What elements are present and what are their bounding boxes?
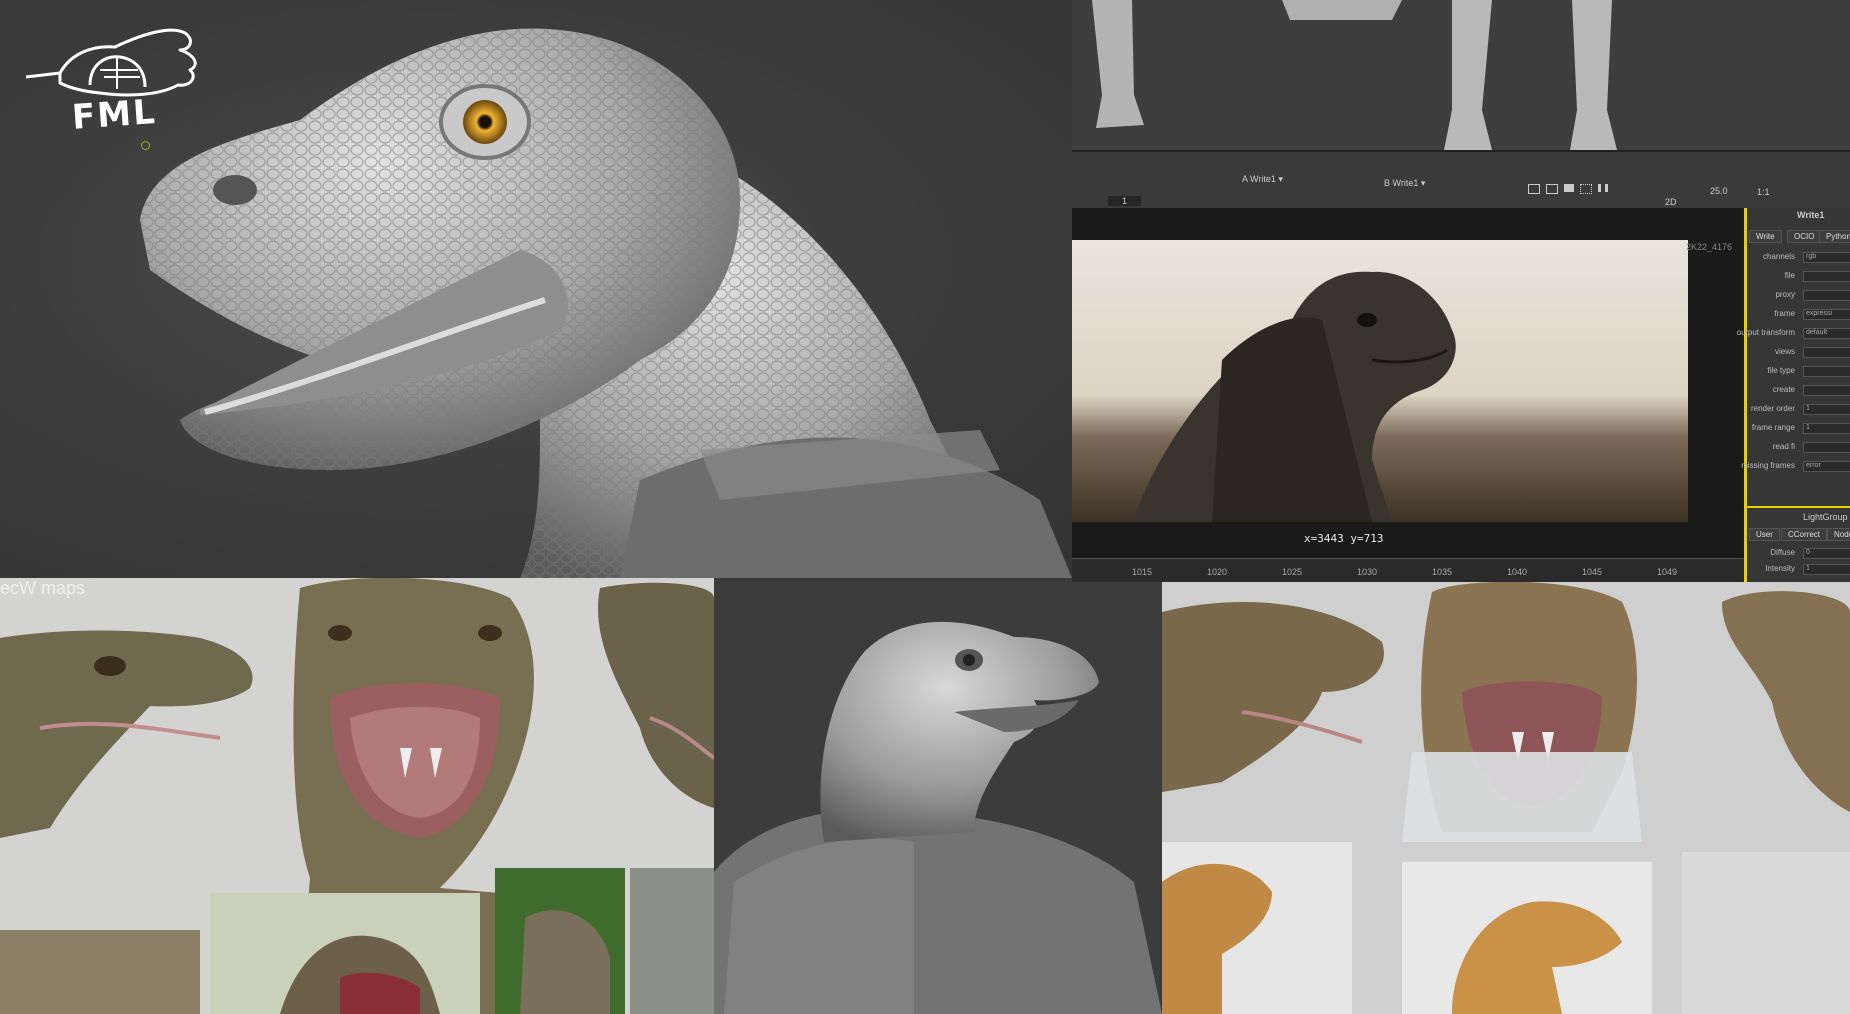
maps-label: ecW maps: [0, 578, 86, 598]
property-row: missing frames error: [1693, 461, 1850, 475]
property-label: Diffuse: [1770, 548, 1795, 557]
fml-logo: FML: [20, 15, 210, 138]
property-label: channels: [1762, 252, 1795, 261]
timeline-tick-label: 1015: [1132, 567, 1153, 577]
property-value-field[interactable]: [1803, 366, 1850, 377]
property-label: read fi: [1772, 442, 1795, 451]
property-value-field[interactable]: default: [1803, 328, 1850, 339]
property-row: frame expressi: [1693, 309, 1850, 323]
property-value-field[interactable]: expressi: [1803, 309, 1850, 320]
property-label: render order: [1750, 404, 1795, 413]
timeline-tick-label: 1020: [1207, 567, 1228, 577]
timeline-ticks: 1015 1020 1025 1030 1035 1040 1045 1049: [1072, 561, 1732, 581]
timeline[interactable]: 1015 1020 1025 1030 1035 1040 1045 1049: [1072, 558, 1752, 582]
frame-field[interactable]: 1: [1108, 196, 1142, 206]
property-value-field[interactable]: [1803, 442, 1850, 453]
roi-icon[interactable]: [1528, 184, 1540, 194]
sculpt-panel-head: FML: [0, 0, 1072, 578]
bust-sculpt: [714, 621, 1162, 1014]
property-value-field[interactable]: 1: [1803, 404, 1850, 415]
property-row: create: [1693, 385, 1850, 399]
tab-write[interactable]: Write: [1749, 230, 1782, 243]
tab-node[interactable]: Node: [1827, 528, 1850, 541]
viewer-icon-strip: [1528, 184, 1608, 194]
hand-logo-icon: [25, 28, 197, 97]
property-label: Intensity: [1765, 564, 1795, 573]
painted-maquettes-panel: [1162, 582, 1850, 1014]
property-label: create: [1772, 385, 1795, 394]
property-row: views: [1693, 347, 1850, 361]
property-value-field[interactable]: 0: [1803, 548, 1850, 559]
property-value-field[interactable]: 1: [1803, 423, 1850, 434]
property-row: output transform default: [1693, 328, 1850, 342]
lower-property-row: Diffuse 0: [1693, 548, 1850, 562]
lower-title: LightGroup: [1803, 512, 1848, 522]
property-value-field[interactable]: [1803, 290, 1850, 301]
fps-field[interactable]: 25.0: [1710, 186, 1728, 196]
timeline-tick-label: 1045: [1582, 567, 1603, 577]
property-label: output transform: [1736, 328, 1795, 337]
lower-rows: Diffuse 0 Intensity 1: [1747, 548, 1850, 582]
timeline-tick-label: 1025: [1282, 567, 1303, 577]
tab-ocio[interactable]: OCIO: [1787, 230, 1822, 243]
tab-user[interactable]: User: [1749, 528, 1780, 541]
sculpt-panel-bust: [714, 582, 1162, 1014]
zoom-field[interactable]: 1:1: [1757, 187, 1770, 197]
timeline-tick-label: 1049: [1657, 567, 1678, 577]
logo-text: FML: [70, 92, 159, 138]
timeline-tick-label: 1040: [1507, 567, 1528, 577]
property-value-field[interactable]: [1803, 347, 1850, 358]
property-row: read fi: [1693, 442, 1850, 456]
clip-icon[interactable]: [1546, 184, 1558, 194]
viewer-toolbar: A Write1 ▾ B Write1 ▾ 1 25.0 1:1 2D: [1072, 150, 1850, 210]
grid-icon[interactable]: [1580, 184, 1592, 194]
property-label: views: [1774, 347, 1795, 356]
property-value-field[interactable]: error: [1803, 461, 1850, 472]
property-label: missing frames: [1741, 461, 1795, 470]
property-row: frame range 1: [1693, 423, 1850, 437]
cursor-dot: [141, 141, 150, 150]
mask-icon[interactable]: [1564, 184, 1574, 192]
reference-maps-panel: ecW maps: [0, 578, 714, 1014]
property-label: frame: [1774, 309, 1795, 318]
tab-ccorrect[interactable]: CCorrect: [1781, 528, 1828, 541]
compositor-panel: A Write1 ▾ B Write1 ▾ 1 25.0 1:1 2D 2K22…: [1072, 0, 1850, 582]
node-title: Write1: [1797, 210, 1825, 220]
lower-properties: LightGroup User CCorrect Node Diffuse 0 In…: [1747, 506, 1850, 582]
property-label: proxy: [1775, 290, 1795, 299]
maps-collage: [0, 578, 714, 1014]
property-row: proxy: [1693, 290, 1850, 304]
property-value-field[interactable]: 1: [1803, 564, 1850, 575]
tab-python[interactable]: Python: [1819, 230, 1850, 243]
pause-icon[interactable]: [1598, 184, 1608, 192]
lower-property-row: Intensity 1: [1693, 564, 1850, 578]
pixel-readout: x=3443 y=713: [1304, 532, 1384, 545]
properties-tabs: Write OCIO Python: [1749, 226, 1850, 243]
property-row: file: [1693, 271, 1850, 285]
property-row: channels rgb: [1693, 252, 1850, 266]
view-mode-toggle[interactable]: 2D: [1665, 197, 1677, 207]
properties-rows: channels rgb file proxy frame expressi output …: [1737, 252, 1850, 482]
render-frame: [1072, 240, 1688, 522]
input-a-label[interactable]: A Write1 ▾: [1242, 174, 1283, 185]
timeline-tick-label: 1035: [1432, 567, 1453, 577]
character-legs-sculpt: [1072, 0, 1850, 150]
property-label: file type: [1767, 366, 1795, 375]
property-row: file type: [1693, 366, 1850, 380]
property-label: file: [1784, 271, 1795, 280]
timeline-tick-label: 1030: [1357, 567, 1378, 577]
rendered-lizard: [1132, 271, 1456, 522]
property-value-field[interactable]: rgb: [1803, 252, 1850, 263]
viewer-area[interactable]: 2K22_4176 x=3443 y=713: [1072, 208, 1752, 558]
property-row: render order 1: [1693, 404, 1850, 418]
property-value-field[interactable]: [1803, 271, 1850, 282]
property-label: frame range: [1751, 423, 1795, 432]
lizard-eye: [463, 100, 507, 144]
maquettes-collage: [1162, 582, 1850, 1014]
properties-panel: Write1 Write OCIO Python channels rgb file…: [1737, 208, 1850, 582]
resolution-label: 2K22_4176: [1686, 242, 1733, 252]
property-value-field[interactable]: [1803, 385, 1850, 396]
input-b-label[interactable]: B Write1 ▾: [1384, 178, 1425, 189]
